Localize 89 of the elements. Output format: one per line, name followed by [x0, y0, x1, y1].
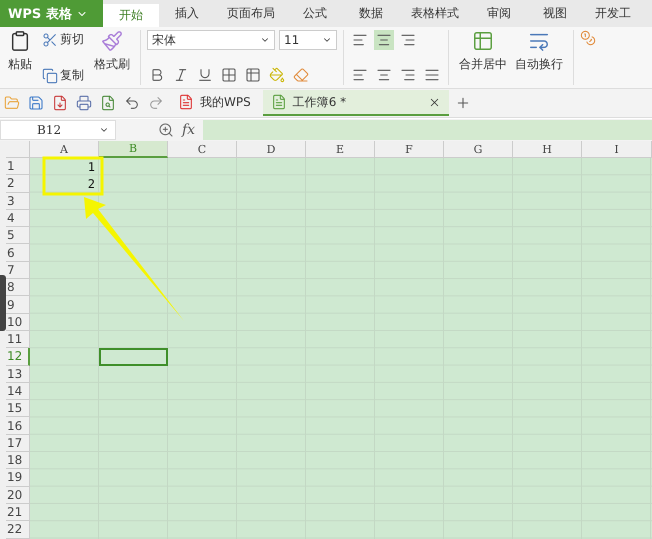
row-header[interactable]: 1 [6, 158, 30, 176]
row-header[interactable]: 19 [6, 469, 30, 487]
font-name-field[interactable]: 宋体 [147, 30, 275, 50]
eraser-icon [293, 67, 309, 83]
document-icon [178, 94, 194, 110]
ribbon-tab[interactable]: 审阅 [471, 0, 527, 27]
row-header[interactable]: 2 [6, 175, 30, 193]
file-search-icon [100, 95, 116, 111]
align-icon [400, 32, 416, 48]
align-icon [424, 67, 440, 83]
save-icon [28, 95, 44, 111]
folder-icon [4, 95, 20, 111]
font-size-field[interactable]: 11 [279, 30, 337, 50]
paint-bucket-icon [269, 67, 285, 83]
document-tab[interactable]: 工作簿6 * [262, 90, 449, 116]
align-icon [352, 32, 368, 48]
paste-button[interactable]: 粘贴 [4, 30, 36, 85]
column-header[interactable]: D [237, 141, 306, 158]
underline-icon [197, 67, 213, 83]
merge-center-button[interactable]: 合并居中 [455, 30, 511, 85]
row-header[interactable]: 4 [6, 210, 30, 228]
column-header[interactable]: H [513, 141, 582, 158]
row-header[interactable]: 3 [6, 192, 30, 210]
ribbon-tab[interactable]: 开发工 [583, 0, 643, 27]
column-header[interactable]: E [306, 141, 375, 158]
ribbon-tab[interactable]: 数据 [343, 0, 399, 27]
file-export-icon [52, 95, 68, 111]
row-header[interactable]: 8 [6, 279, 30, 296]
coins-icon [580, 30, 596, 46]
document-icon [270, 94, 287, 110]
clipboard-icon [9, 30, 31, 52]
row-header[interactable]: 17 [6, 434, 30, 452]
column-header[interactable]: I [582, 141, 652, 158]
table-icon [245, 67, 261, 83]
align-icon [352, 67, 368, 83]
row-header[interactable]: 22 [6, 521, 30, 539]
formula-input[interactable] [203, 120, 652, 140]
align-icon [376, 32, 392, 48]
row-header[interactable]: 18 [6, 452, 30, 470]
row-header[interactable]: 13 [6, 366, 30, 383]
printer-icon [76, 95, 92, 111]
grid-icon [221, 67, 237, 83]
ribbon-tab[interactable]: 页面布局 [215, 0, 287, 27]
zoom-icon [158, 122, 174, 138]
column-header[interactable]: C [168, 141, 237, 158]
formula-label: fx [182, 122, 196, 138]
name-box[interactable]: B12 [0, 120, 116, 140]
align-icon [400, 67, 416, 83]
redo-icon [148, 95, 164, 111]
wrap-text-button[interactable]: 自动换行 [511, 30, 567, 85]
ribbon-tab[interactable]: 公式 [287, 0, 343, 27]
row-header[interactable]: 10 [6, 314, 30, 331]
row-header[interactable]: 20 [6, 486, 30, 504]
row-header[interactable]: 16 [6, 417, 30, 435]
row-header[interactable]: 12 [6, 348, 30, 366]
brush-icon [101, 30, 123, 52]
undo-icon [124, 95, 140, 111]
highlight-frame [42, 156, 104, 196]
scissors-icon [42, 32, 58, 48]
row-header[interactable]: 14 [6, 382, 30, 400]
printer-button[interactable] [74, 93, 94, 113]
align-icon [376, 67, 392, 83]
merge-table-icon [472, 30, 494, 52]
table-cell[interactable]: 2 [30, 175, 99, 193]
table-cell[interactable]: 1 [30, 158, 99, 176]
row-header[interactable]: 21 [6, 504, 30, 522]
row-header[interactable]: 5 [6, 227, 30, 244]
ribbon-tab[interactable]: 视图 [527, 0, 583, 27]
row-header[interactable]: 11 [6, 330, 30, 348]
document-tab[interactable]: 我的WPS [170, 90, 259, 116]
column-header[interactable]: F [375, 141, 444, 158]
row-header[interactable]: 9 [6, 296, 30, 314]
row-header[interactable]: 6 [6, 244, 30, 262]
selected-cell[interactable] [99, 348, 168, 366]
copy-button[interactable]: 复制 [40, 66, 86, 85]
fill-color-button[interactable] [267, 65, 287, 85]
ribbon-tab[interactable]: 开始 [103, 4, 159, 27]
column-header[interactable]: G [444, 141, 513, 158]
ribbon-tab[interactable]: 插入 [159, 0, 215, 27]
ribbon-tab[interactable]: 表格样式 [399, 0, 471, 27]
row-header[interactable]: 15 [6, 400, 30, 418]
copy-icon [42, 68, 58, 84]
align-button[interactable] [374, 30, 394, 50]
format-painter-button[interactable]: 格式刷 [90, 30, 134, 85]
column-header[interactable]: A [30, 141, 99, 158]
side-handle[interactable] [0, 275, 6, 331]
italic-icon [173, 67, 189, 83]
cut-button[interactable]: 剪切 [40, 30, 86, 49]
row-header[interactable]: 7 [6, 262, 30, 280]
